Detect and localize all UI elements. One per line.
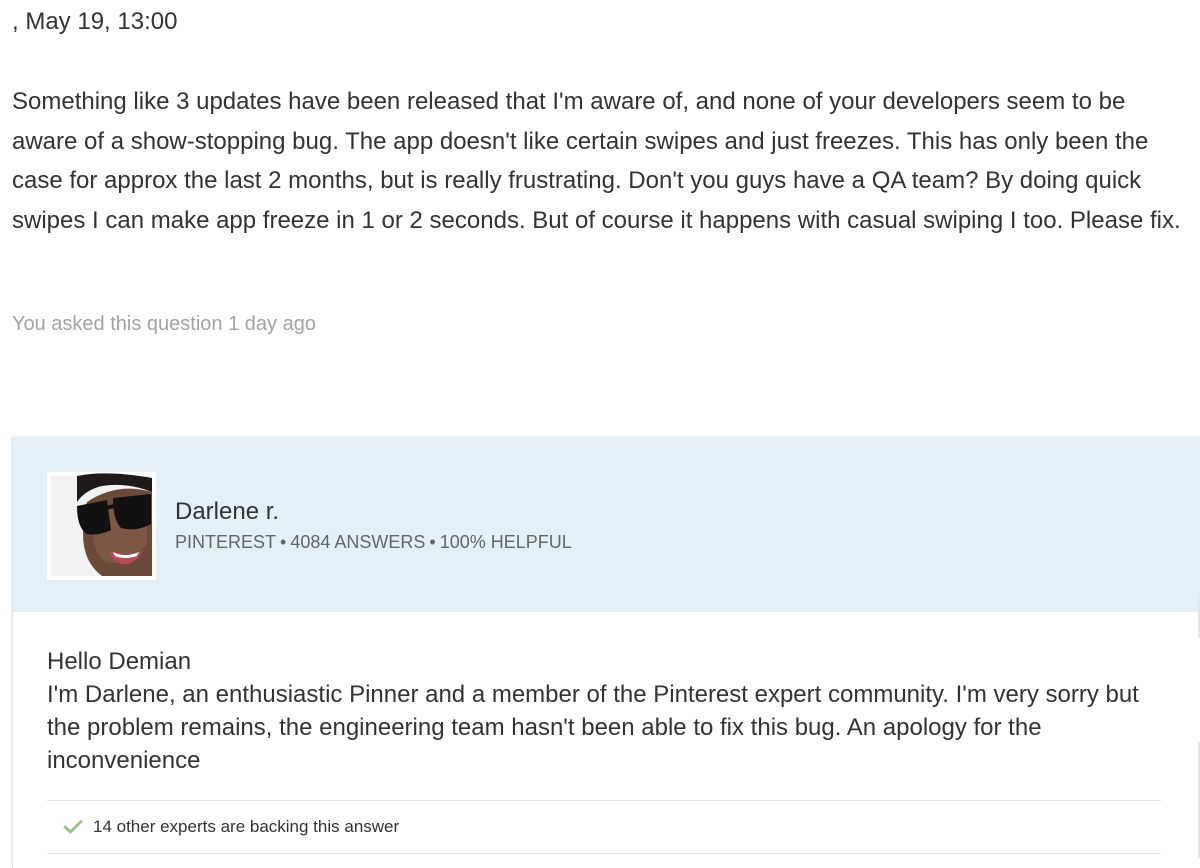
question-section: , May 19, 13:00 Something like 3 updates… xyxy=(0,0,1200,438)
backing-text: 14 other experts are backing this answer xyxy=(93,817,400,836)
stats-separator: • xyxy=(280,532,287,552)
expert-helpful-rate: 100% HELPFUL xyxy=(439,532,572,552)
answer-greeting: Hello Demian xyxy=(47,648,192,675)
expert-name[interactable]: Darlene r. xyxy=(175,498,279,526)
question-body: Something like 3 updates have been relea… xyxy=(12,88,1181,234)
expert-avatar[interactable] xyxy=(47,472,156,580)
question-footer: You asked this question 1 day ago xyxy=(12,313,316,335)
stats-separator: • xyxy=(429,532,436,552)
answer-body: I'm Darlene, an enthusiastic Pinner and … xyxy=(47,681,1139,774)
answer-card: Darlene r. PINTEREST • 4084 ANSWERS • 100% H… xyxy=(12,438,1200,868)
expert-backing-row[interactable]: 14 other experts are backing this answer xyxy=(47,800,1161,854)
avatar-photo-icon xyxy=(47,472,156,580)
checkmark-icon xyxy=(63,820,83,834)
expert-stats: PINTEREST • 4084 ANSWERS • 100% HELPFUL xyxy=(175,532,572,553)
expert-header: Darlene r. PINTEREST • 4084 ANSWERS • 100% H… xyxy=(13,438,1200,612)
answer-text: Hello Demian I'm Darlene, an enthusiasti… xyxy=(47,645,1177,777)
expert-company: PINTEREST xyxy=(175,532,277,552)
question-meta: , May 19, 13:00 xyxy=(12,8,178,35)
expert-answer-count: 4084 ANSWERS xyxy=(290,532,426,552)
